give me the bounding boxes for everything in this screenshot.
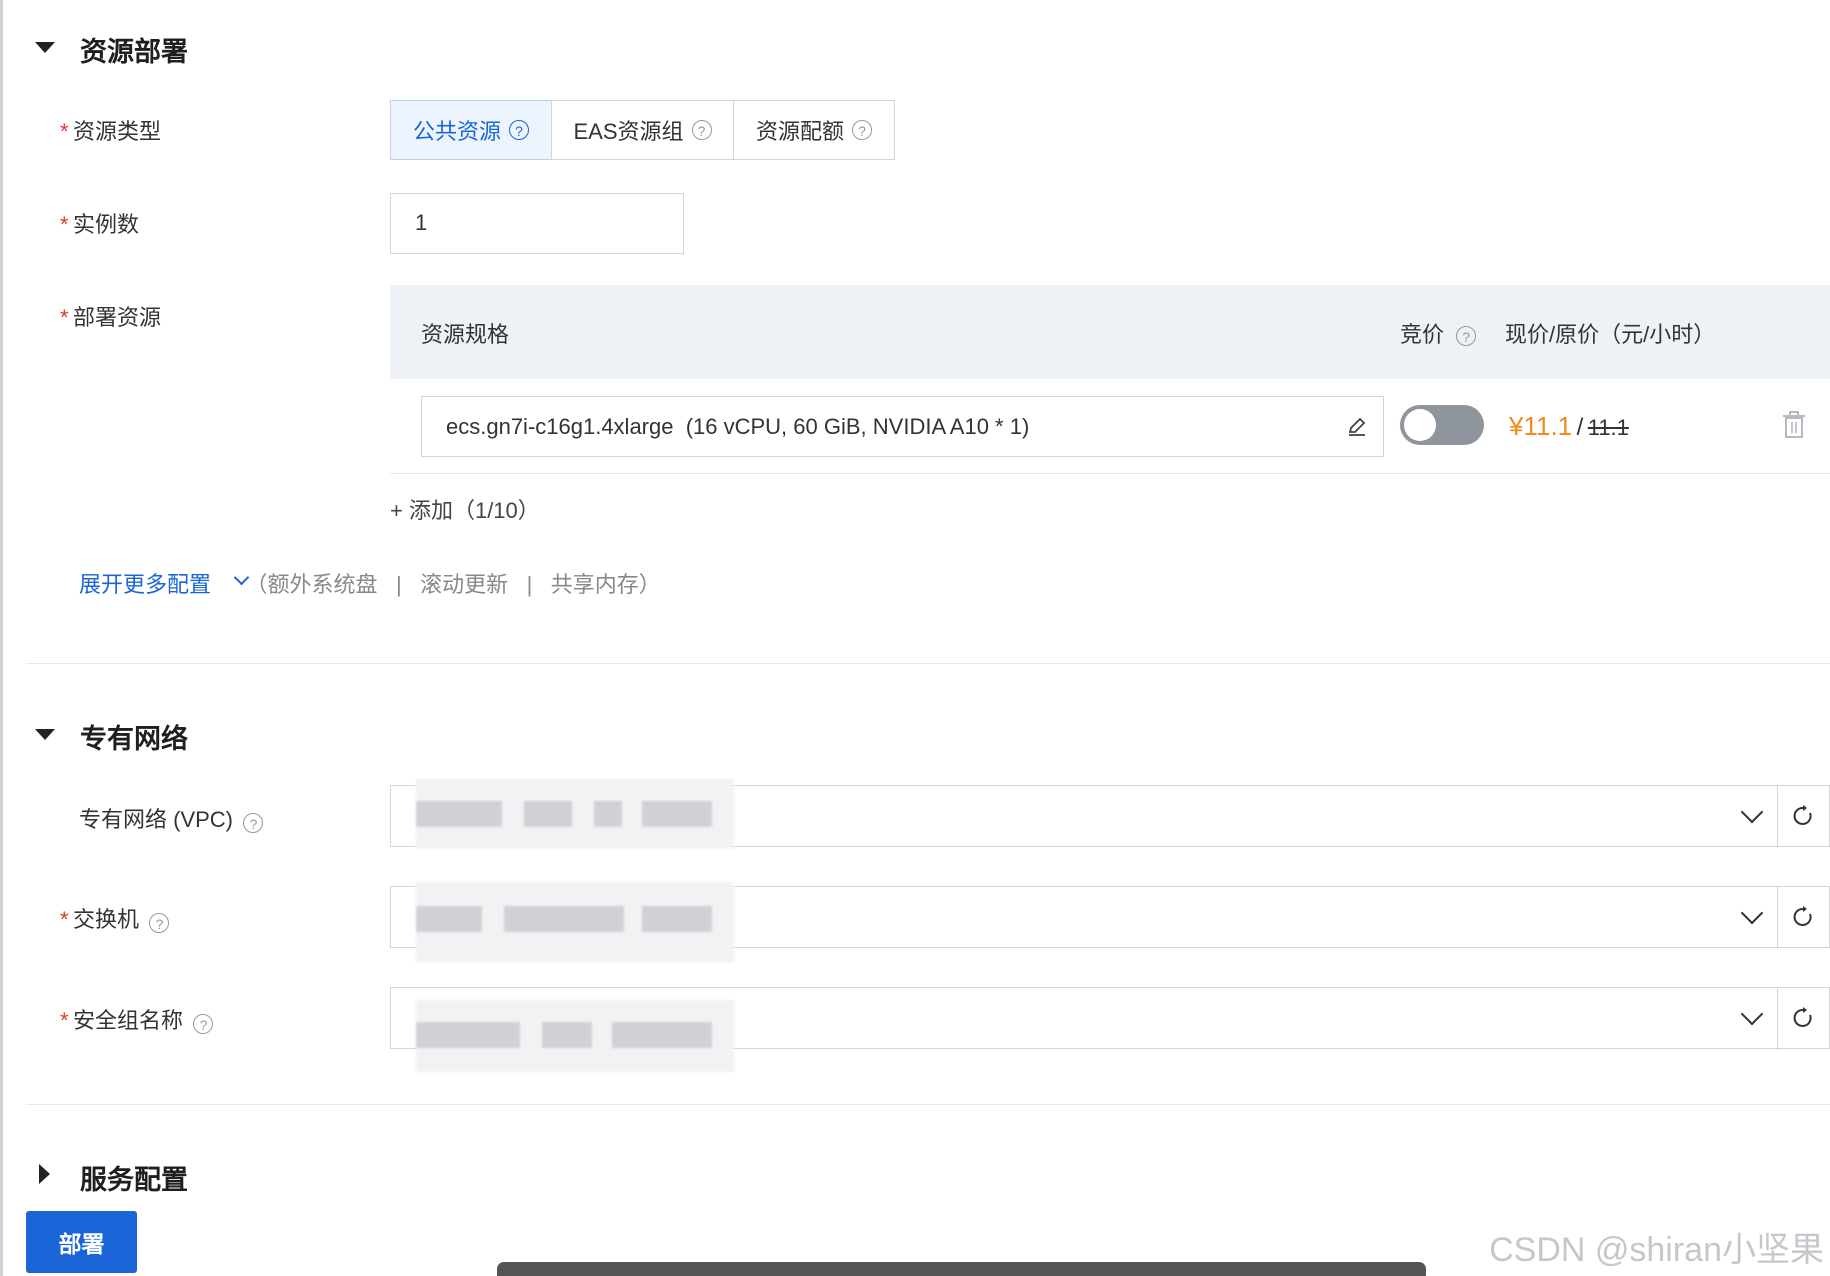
resource-spec-value: ecs.gn7i-c16g1.4xlarge (16 vCPU, 60 GiB,… bbox=[446, 414, 1030, 439]
resource-type-quota-label: 资源配额 bbox=[755, 119, 844, 144]
instances-value: 1 bbox=[415, 210, 428, 235]
table-row-divider bbox=[390, 473, 1830, 474]
required-mark: * bbox=[60, 212, 69, 237]
add-resource-button[interactable]: + 添加（1/10） bbox=[390, 493, 540, 525]
section-title-network: 专有网络 bbox=[80, 724, 188, 754]
separator: | bbox=[526, 572, 533, 597]
instances-label-row: * 实例数 bbox=[60, 207, 139, 239]
resource-type-label-row: * 资源类型 bbox=[60, 114, 161, 146]
section-divider bbox=[26, 663, 1830, 664]
redaction-block bbox=[594, 801, 622, 827]
switch-label-row: * 交换机 ? bbox=[60, 902, 170, 934]
required-mark: * bbox=[60, 305, 69, 330]
vpc-refresh-button[interactable] bbox=[1777, 786, 1830, 848]
required-mark: * bbox=[60, 1008, 69, 1033]
horizontal-scrollbar[interactable] bbox=[497, 1262, 1426, 1276]
vpc-label: 专有网络 (VPC) bbox=[79, 807, 234, 832]
resource-type-public-option[interactable]: 公共资源 ? bbox=[390, 100, 552, 160]
security-group-refresh-button[interactable] bbox=[1777, 988, 1830, 1050]
resource-type-public-label: 公共资源 bbox=[412, 119, 501, 144]
redaction-block bbox=[416, 906, 482, 932]
redaction-block bbox=[612, 1022, 712, 1048]
more-config-item-rolling: 滚动更新 bbox=[420, 572, 509, 597]
redaction-block bbox=[416, 801, 502, 827]
header-bid-label: 竞价 bbox=[1400, 322, 1445, 347]
resource-type-quota-option[interactable]: 资源配额 ? bbox=[733, 100, 895, 160]
vpc-label-row: 专有网络 (VPC) ? bbox=[79, 802, 264, 834]
resource-type-eas-label: EAS资源组 bbox=[573, 119, 684, 144]
redacted-value bbox=[416, 779, 734, 849]
instances-label: 实例数 bbox=[73, 212, 140, 237]
resource-spec-field[interactable]: ecs.gn7i-c16g1.4xlarge (16 vCPU, 60 GiB,… bbox=[421, 396, 1384, 457]
resource-table-header: 资源规格 竞价 ? 现价/原价（元/小时） bbox=[390, 285, 1830, 379]
chevron-down-icon[interactable] bbox=[1740, 800, 1764, 824]
deploy-resource-label-row: * 部署资源 bbox=[60, 300, 161, 332]
redaction-block bbox=[504, 906, 624, 932]
section-title-resource: 资源部署 bbox=[80, 37, 188, 67]
collapse-caret-icon[interactable] bbox=[35, 42, 55, 53]
section-title-service: 服务配置 bbox=[80, 1165, 188, 1195]
edit-icon[interactable] bbox=[1346, 415, 1368, 437]
help-icon[interactable]: ? bbox=[509, 120, 529, 140]
more-config-item-shm: 共享内存） bbox=[550, 572, 661, 597]
redaction-block bbox=[642, 801, 712, 827]
required-mark: * bbox=[60, 119, 69, 144]
chevron-down-icon[interactable] bbox=[1740, 901, 1764, 925]
help-icon[interactable]: ? bbox=[243, 812, 264, 833]
header-bid: 竞价 ? bbox=[1400, 317, 1477, 349]
required-mark: * bbox=[60, 907, 69, 932]
instances-input[interactable]: 1 bbox=[390, 193, 684, 254]
redaction-block bbox=[542, 1022, 592, 1048]
toggle-knob bbox=[1404, 409, 1436, 441]
price-current: ¥11.1 bbox=[1509, 411, 1573, 441]
header-price: 现价/原价（元/小时） bbox=[1505, 322, 1716, 347]
help-icon[interactable]: ? bbox=[1456, 326, 1477, 347]
refresh-icon[interactable] bbox=[1791, 804, 1815, 828]
security-group-label-row: * 安全组名称 ? bbox=[60, 1003, 214, 1035]
more-config-row: 展开更多配置 （额外系统盘 | 滚动更新 | 共享内存） bbox=[79, 567, 661, 599]
collapse-caret-icon[interactable] bbox=[35, 729, 55, 740]
delete-icon[interactable] bbox=[1782, 411, 1806, 439]
redaction-block bbox=[416, 1022, 520, 1048]
deploy-resource-label: 部署资源 bbox=[73, 305, 162, 330]
security-group-label: 安全组名称 bbox=[73, 1008, 184, 1033]
bid-toggle[interactable] bbox=[1400, 405, 1484, 445]
watermark: CSDN @shiran小坚果 bbox=[1489, 1231, 1824, 1269]
help-icon[interactable]: ? bbox=[149, 912, 170, 933]
refresh-icon[interactable] bbox=[1791, 1006, 1815, 1030]
switch-refresh-button[interactable] bbox=[1777, 887, 1830, 949]
price-original: 11.1 bbox=[1587, 415, 1629, 440]
price-separator: / bbox=[1576, 414, 1584, 441]
redacted-value bbox=[416, 882, 734, 962]
separator: | bbox=[395, 572, 402, 597]
help-icon[interactable]: ? bbox=[691, 120, 712, 140]
expand-caret-icon[interactable] bbox=[39, 1164, 50, 1184]
redaction-block bbox=[524, 801, 572, 827]
resource-type-label: 资源类型 bbox=[73, 119, 162, 144]
resource-type-eas-option[interactable]: EAS资源组 ? bbox=[551, 100, 734, 160]
left-border bbox=[0, 0, 3, 1276]
help-icon[interactable]: ? bbox=[852, 120, 872, 140]
refresh-icon[interactable] bbox=[1791, 905, 1815, 929]
header-spec: 资源规格 bbox=[421, 322, 510, 347]
switch-label: 交换机 bbox=[73, 907, 140, 932]
chevron-down-icon[interactable] bbox=[1740, 1002, 1764, 1026]
redaction-block bbox=[642, 906, 712, 932]
redacted-value bbox=[416, 1000, 734, 1072]
section-divider bbox=[26, 1104, 1830, 1105]
help-icon[interactable]: ? bbox=[193, 1013, 214, 1034]
price-cell: ¥11.1 / 11.1 bbox=[1509, 411, 1629, 442]
deploy-button[interactable]: 部署 bbox=[26, 1211, 137, 1273]
more-config-item-disk: （额外系统盘 bbox=[245, 572, 378, 597]
expand-more-config-link[interactable]: 展开更多配置 bbox=[79, 572, 211, 597]
